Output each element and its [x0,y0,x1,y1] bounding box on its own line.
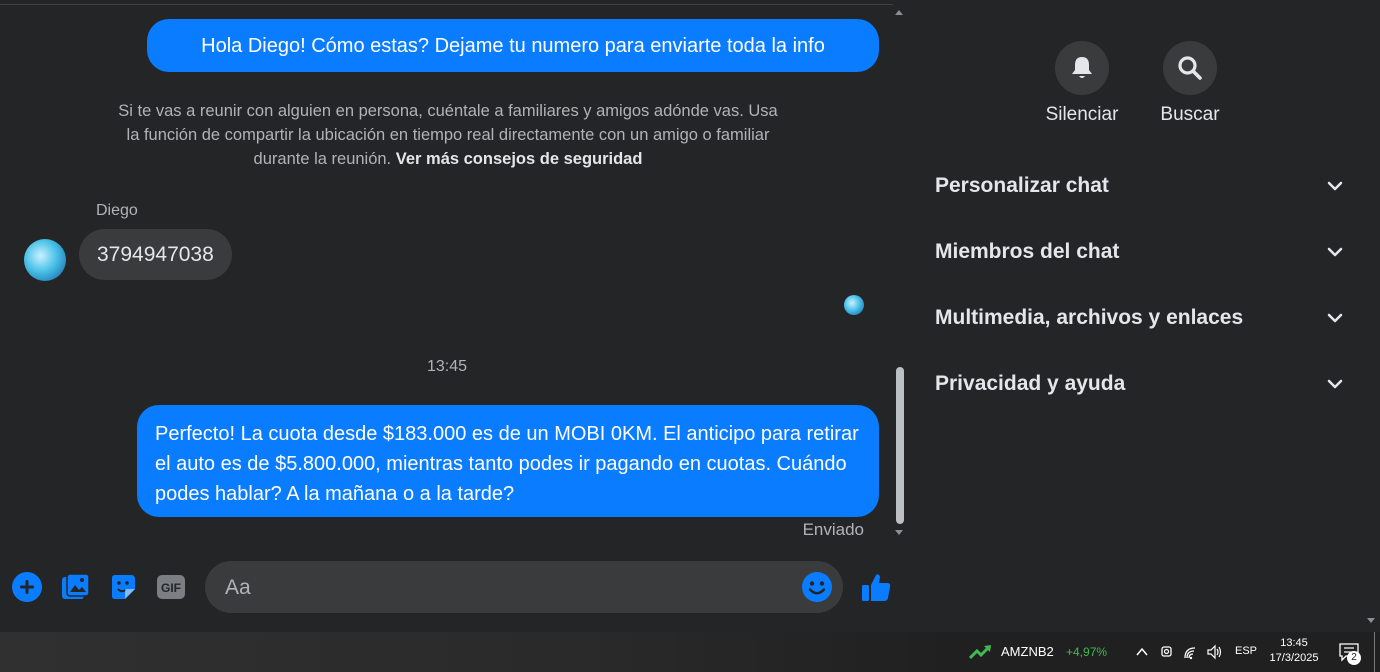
seen-avatar [844,295,864,315]
incoming-message[interactable]: 3794947038 [79,229,232,280]
section-label: Personalizar chat [935,174,1109,197]
mute-label: Silenciar [1045,104,1119,125]
clock[interactable]: 13:45 17/3/2025 [1264,636,1324,666]
volume-icon[interactable] [1206,644,1224,665]
gif-icon[interactable]: GIF [155,571,187,603]
emoji-icon[interactable] [801,571,833,603]
image-icon[interactable] [60,571,92,603]
language-indicator[interactable]: ESP [1235,645,1257,657]
safety-link[interactable]: Ver más consejos de seguridad [396,150,643,168]
section-customize-chat[interactable]: Personalizar chat [935,166,1345,206]
section-label: Miembros del chat [935,240,1120,263]
section-label: Multimedia, archivos y enlaces [935,306,1244,329]
plus-icon[interactable] [11,571,43,603]
wifi-icon[interactable] [1183,644,1199,665]
message-text: 3794947038 [97,243,214,266]
outgoing-message[interactable]: Perfecto! La cuota desde $183.000 es de … [137,405,879,517]
sticker-icon[interactable] [107,571,139,603]
divider [0,4,893,5]
like-icon[interactable] [860,571,892,603]
clock-date: 17/3/2025 [1269,652,1319,664]
taskbar: AMZNB2 +4,97% ESP 13:45 17/3/2025 2 [0,632,1380,672]
sender-name: Diego [96,202,138,219]
gif-label: GIF [161,581,181,595]
outgoing-message[interactable]: Hola Diego! Cómo estas? Dejame tu numero… [147,19,879,72]
taskbar-background [0,632,960,672]
search-icon [1178,56,1202,80]
chevron-down-icon [1327,313,1343,323]
stock-name[interactable]: AMZNB2 [1001,644,1054,659]
section-chat-members[interactable]: Miembros del chat [935,232,1345,272]
scrollbar-thumb[interactable] [896,367,904,524]
chevron-down-icon [1327,181,1343,191]
chevron-down-icon [1327,379,1343,389]
chevron-down-icon [1327,247,1343,257]
search-action[interactable]: Buscar [1135,41,1245,126]
section-media-files-links[interactable]: Multimedia, archivos y enlaces [935,298,1345,338]
message-timestamp: 13:45 [426,358,468,375]
stock-up-icon [968,643,993,666]
chevron-up-icon[interactable] [1135,645,1149,664]
search-label: Buscar [1160,104,1220,125]
message-input-box[interactable] [205,561,843,615]
stock-change: +4,97% [1066,645,1108,659]
search-button[interactable] [1163,41,1217,95]
meet-icon[interactable] [1160,644,1174,665]
sent-status: Enviado [802,520,864,539]
message-input[interactable] [223,561,787,615]
message-text: Perfecto! La cuota desde $183.000 es de … [155,423,859,505]
message-text: Hola Diego! Cómo estas? Dejame tu numero… [201,34,825,57]
notification-badge: 2 [1347,651,1361,665]
scroll-up-arrow[interactable] [895,10,903,15]
mute-action[interactable]: Silenciar [1027,41,1137,126]
avatar[interactable] [24,239,66,281]
show-desktop-divider[interactable] [1374,632,1375,672]
section-label: Privacidad y ayuda [935,372,1126,395]
clock-time: 13:45 [1280,637,1308,649]
section-privacy-help[interactable]: Privacidad y ayuda [935,364,1345,404]
bell-icon [1072,57,1092,78]
scroll-down-arrow[interactable] [895,530,903,535]
chat-area: Hola Diego! Cómo estas? Dejame tu numero… [0,0,910,632]
panel-scrollbar[interactable] [1363,0,1380,632]
mute-button[interactable] [1055,41,1109,95]
scroll-down-arrow[interactable] [1367,618,1375,623]
safety-notice: Si te vas a reunir con alguien en person… [110,99,786,171]
